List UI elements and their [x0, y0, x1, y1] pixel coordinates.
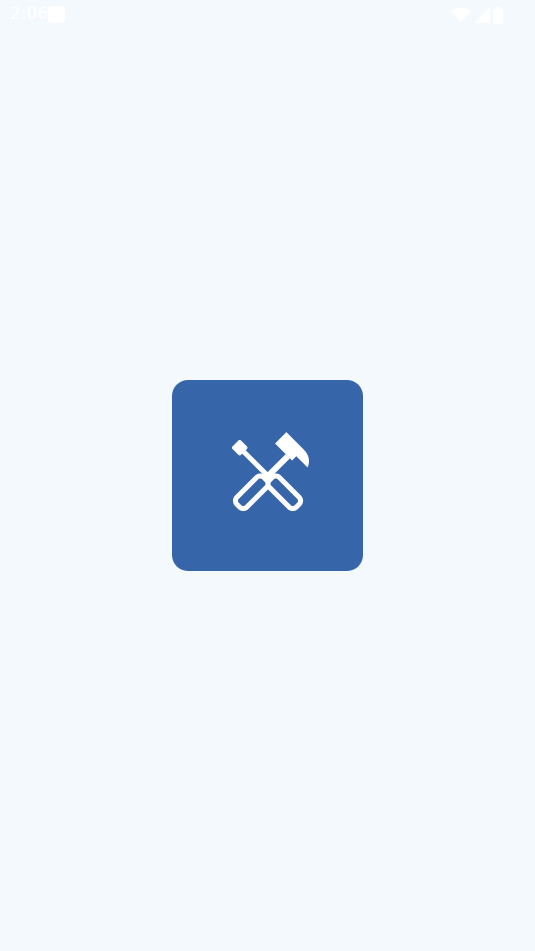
- status-bar: 2:06: [0, 0, 535, 30]
- splash-screen: 2:06: [0, 0, 535, 951]
- signal-icon: [474, 7, 490, 23]
- app-logo: [172, 380, 363, 571]
- status-time: 2:06: [10, 4, 49, 24]
- wifi-icon: [451, 7, 471, 22]
- tools-icon: [231, 431, 309, 511]
- battery-icon: [493, 6, 503, 24]
- notification-icon: [48, 6, 65, 23]
- status-icons: [451, 5, 503, 25]
